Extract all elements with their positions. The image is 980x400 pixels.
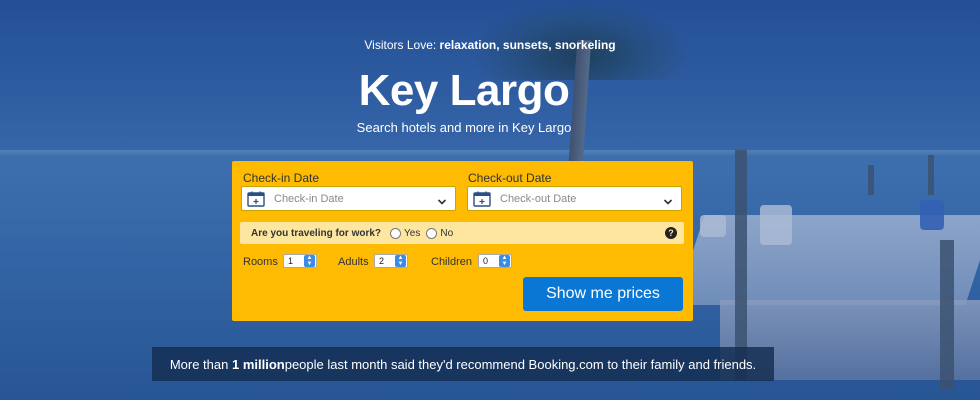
page-title: Key Largo: [358, 66, 570, 115]
children-value: 0: [483, 256, 489, 266]
updown-arrow-icon: ▲ ▼: [499, 255, 510, 267]
work-yes-radio[interactable]: [390, 227, 402, 239]
rooms-value: 1: [288, 256, 294, 266]
adults-value: 2: [379, 256, 385, 266]
checkin-field[interactable]: Check-in Date: [241, 186, 456, 211]
rooms-label: Rooms: [243, 256, 278, 268]
children-select[interactable]: 0 ▲ ▼: [478, 254, 512, 268]
work-question: Are you traveling for work?: [251, 227, 382, 239]
adults-label: Adults: [338, 256, 369, 268]
visitors-prefix: Visitors Love:: [364, 38, 440, 52]
banner-highlight: 1 million: [231, 356, 285, 372]
adults-select[interactable]: 2 ▲ ▼: [374, 254, 408, 268]
calendar-icon: [473, 191, 491, 207]
work-travel-row: Are you traveling for work? Yes No ?: [240, 222, 684, 244]
search-box: Check-in Date Check-in Date Check-out Da…: [232, 161, 693, 321]
visitors-love-text: Visitors Love: relaxation, sunsets, snor…: [0, 38, 980, 52]
page-subtitle: Search hotels and more in Key Largo: [356, 120, 572, 135]
rooms-select[interactable]: 1 ▲ ▼: [283, 254, 317, 268]
updown-arrow-icon: ▲ ▼: [304, 255, 315, 267]
work-no-radio[interactable]: [426, 227, 438, 239]
chevron-down-icon: [437, 194, 447, 205]
work-no-label[interactable]: No: [440, 228, 453, 239]
banner-suffix: people last month said they'd recommend …: [284, 356, 757, 372]
children-label: Children: [431, 256, 472, 268]
show-prices-button[interactable]: Show me prices: [523, 277, 683, 311]
checkin-placeholder: Check-in Date: [274, 192, 344, 205]
work-yes-label[interactable]: Yes: [404, 228, 420, 239]
calendar-icon: [247, 191, 265, 207]
checkout-label: Check-out Date: [468, 171, 552, 185]
help-icon[interactable]: ?: [665, 227, 677, 239]
banner-prefix: More than: [169, 356, 229, 372]
updown-arrow-icon: ▲ ▼: [395, 255, 406, 267]
checkin-label: Check-in Date: [243, 171, 320, 185]
checkout-field[interactable]: Check-out Date: [467, 186, 682, 211]
chevron-down-icon: [663, 194, 673, 205]
visitors-items: relaxation, sunsets, snorkeling: [439, 38, 616, 52]
checkout-placeholder: Check-out Date: [500, 192, 577, 205]
recommendation-banner: More than 1 million people last month sa…: [152, 347, 774, 381]
